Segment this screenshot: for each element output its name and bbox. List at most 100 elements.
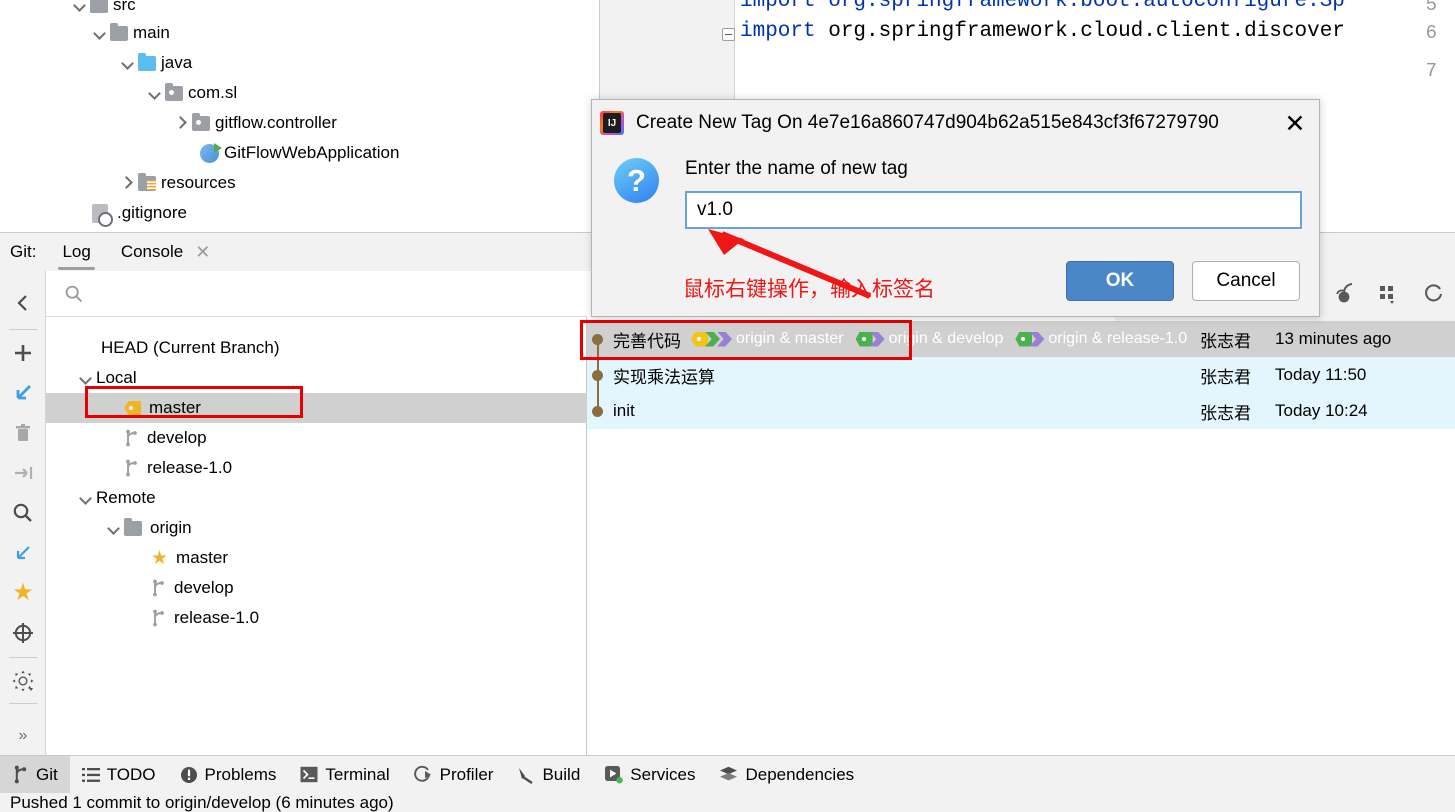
tool-button-profiler[interactable]: Profiler — [402, 756, 506, 794]
ref-name: origin & master — [736, 330, 844, 347]
branch-origin-master[interactable]: ★ master — [46, 543, 587, 573]
branch-origin-release-1-0[interactable]: release-1.0 — [46, 603, 587, 633]
tree-item-src[interactable]: src — [0, 0, 136, 20]
project-tree[interactable]: src main java com.sl gitflow.controller … — [0, 0, 600, 232]
chevron-down-icon[interactable] — [70, 0, 88, 14]
favorite-star-icon[interactable]: ★ — [0, 573, 46, 613]
filter-icon[interactable] — [1377, 282, 1400, 310]
commit-time: 13 minutes ago — [1275, 329, 1392, 348]
git-branch-icon — [14, 765, 27, 784]
tree-item-resources[interactable]: resources — [0, 168, 236, 198]
chevron-down-icon[interactable] — [90, 24, 108, 42]
tool-button-problems[interactable]: Problems — [168, 756, 289, 794]
tree-item-gitflow-controller[interactable]: gitflow.controller — [0, 108, 337, 138]
branch-label: release-1.0 — [174, 608, 260, 627]
merge-icon[interactable] — [0, 453, 46, 493]
tree-item-gitignore[interactable]: .gitignore — [0, 198, 187, 228]
chevron-right-icon[interactable] — [172, 114, 190, 132]
commit-time: Today 11:50 — [1275, 365, 1367, 384]
tool-button-label: Terminal — [325, 764, 390, 784]
branch-group-local[interactable]: Local — [46, 363, 587, 393]
tool-button-git[interactable]: Git — [0, 755, 70, 794]
branch-local-release-1-0[interactable]: release-1.0 — [46, 453, 587, 483]
tag-name-input[interactable] — [687, 193, 1300, 227]
commit-author: 张志君 — [1200, 403, 1251, 423]
tool-button-terminal[interactable]: Terminal — [288, 756, 401, 794]
branch-head-current[interactable]: HEAD (Current Branch) — [46, 333, 587, 363]
commit-row[interactable]: 完善代码 origin & master origin & develop or… — [587, 321, 1455, 357]
folder-icon — [90, 0, 108, 13]
expand-more-icon[interactable]: » — [0, 716, 46, 756]
cherry-pick-icon[interactable] — [1332, 282, 1355, 310]
branch-remote-origin[interactable]: origin — [46, 513, 587, 543]
tree-item-com-sl[interactable]: com.sl — [0, 78, 237, 108]
commit-row[interactable]: init 张志君 Today 10:24 — [587, 393, 1455, 429]
commit-log-panel[interactable]: 完善代码 origin & master origin & develop or… — [587, 271, 1455, 756]
tool-button-label: Git — [36, 764, 58, 784]
branch-search-input[interactable] — [92, 277, 562, 309]
branch-label: master — [176, 548, 229, 567]
tree-item-gitflowwebapplication[interactable]: GitFlowWebApplication — [0, 138, 399, 168]
tool-button-services[interactable]: Services — [592, 756, 707, 794]
chevron-down-icon[interactable] — [145, 84, 163, 102]
branches-panel[interactable]: HEAD (Current Branch) Local master devel… — [46, 271, 587, 756]
java-class-icon — [200, 142, 222, 163]
code-line: import org.springframework.boot.autoconf… — [740, 0, 1345, 13]
delete-branch-icon[interactable] — [0, 413, 46, 453]
git-label: Git: — [10, 242, 37, 261]
tag-icon — [855, 331, 873, 347]
target-icon[interactable] — [0, 613, 46, 653]
branch-group-remote[interactable]: Remote — [46, 483, 587, 513]
tag-icon — [1015, 331, 1033, 347]
chevron-right-icon[interactable] — [118, 174, 136, 192]
search-icon — [65, 285, 83, 303]
tag-name-field-wrapper[interactable] — [685, 191, 1302, 229]
favorite-star-icon: ★ — [151, 547, 169, 569]
dialog-prompt: Enter the name of new tag — [685, 158, 908, 179]
branch-local-master[interactable]: master — [46, 393, 587, 423]
settings-gear-icon[interactable] — [0, 661, 46, 701]
branch-local-develop[interactable]: develop — [46, 423, 587, 453]
commit-message: 完善代码 — [613, 331, 681, 351]
chevron-down-icon[interactable] — [104, 519, 122, 537]
tree-item-label: .gitignore — [117, 203, 187, 222]
commit-row[interactable]: 实现乘法运算 张志君 Today 11:50 — [587, 357, 1455, 393]
line-number: 5 — [1425, 0, 1437, 16]
tab-console[interactable]: Console ✕ — [117, 233, 214, 271]
branch-label: develop — [147, 428, 207, 447]
chevron-down-icon[interactable] — [76, 369, 94, 387]
branch-origin-develop[interactable]: develop — [46, 573, 587, 603]
ref-label-origin-master[interactable]: origin & master — [691, 330, 844, 348]
tree-item-label: resources — [161, 173, 236, 192]
ref-label-origin-release[interactable]: origin & release-1.0 — [1015, 330, 1187, 348]
chevron-down-icon[interactable] — [118, 54, 136, 72]
rebase-icon[interactable] — [0, 533, 46, 573]
branch-search-box[interactable] — [46, 271, 587, 317]
line-number: 7 — [1425, 60, 1437, 82]
tag-icon — [691, 331, 708, 347]
more-icon[interactable] — [1422, 282, 1445, 310]
collapse-left-icon[interactable] — [0, 283, 46, 323]
tree-item-java[interactable]: java — [0, 48, 192, 78]
ref-label-origin-develop[interactable]: origin & develop — [855, 330, 1004, 348]
tool-button-dependencies[interactable]: Dependencies — [707, 756, 866, 794]
search-icon[interactable] — [0, 493, 46, 533]
cancel-button[interactable]: Cancel — [1192, 261, 1300, 301]
close-icon[interactable]: ✕ — [1281, 110, 1309, 138]
ref-name: origin & develop — [888, 330, 1004, 347]
checkout-icon[interactable] — [0, 373, 46, 413]
chevron-down-icon[interactable] — [76, 489, 94, 507]
code-fold-icon[interactable] — [722, 28, 735, 41]
tab-log[interactable]: Log — [58, 233, 96, 271]
tool-button-build[interactable]: Build — [505, 756, 592, 794]
close-icon[interactable]: ✕ — [195, 242, 210, 263]
branch-icon — [153, 609, 164, 627]
commit-author: 张志君 — [1200, 367, 1251, 387]
tree-item-main[interactable]: main — [0, 18, 170, 48]
ok-button[interactable]: OK — [1066, 261, 1174, 301]
tag-icon — [124, 401, 141, 415]
tool-button-label: Profiler — [439, 764, 494, 784]
new-branch-icon[interactable] — [0, 333, 46, 373]
question-glyph: ? — [627, 162, 646, 198]
tool-button-todo[interactable]: TODO — [70, 756, 168, 794]
